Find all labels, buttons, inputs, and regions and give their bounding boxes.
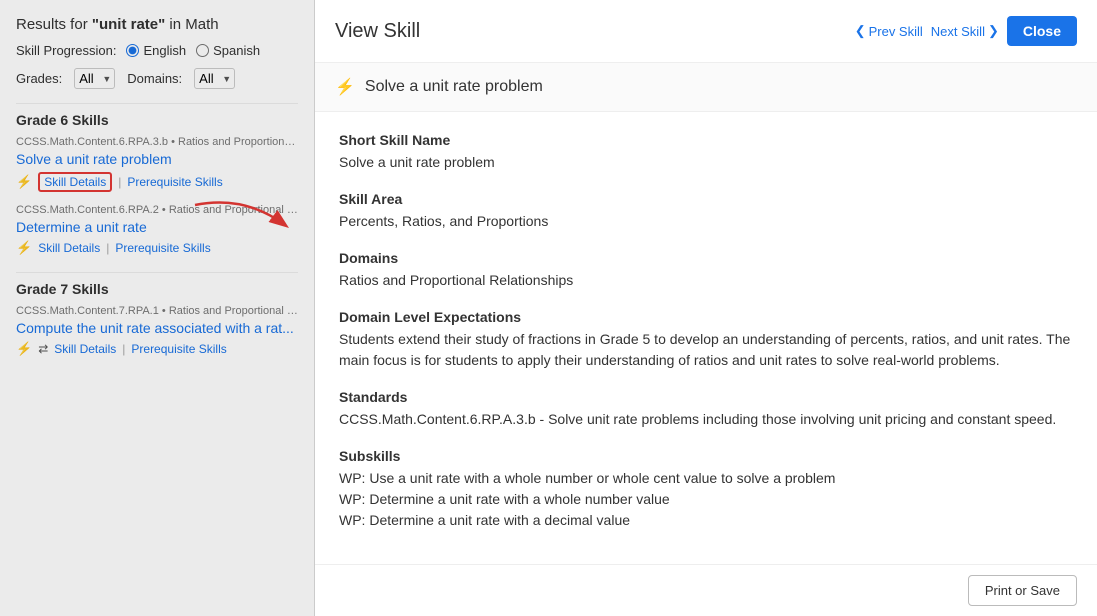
spanish-radio[interactable]: [196, 44, 209, 57]
field-value-1: Percents, Ratios, and Proportions: [339, 211, 1073, 232]
domains-select-wrapper[interactable]: All: [194, 68, 235, 89]
field-value-5: WP: Use a unit rate with a whole number …: [339, 468, 1073, 531]
field-value-3: Students extend their study of fractions…: [339, 329, 1073, 371]
field-label-3: Domain Level Expectations: [339, 309, 1073, 325]
divider-3: |: [122, 342, 125, 356]
next-skill-link[interactable]: Next Skill ❯: [931, 23, 999, 39]
left-panel: Results for "unit rate" in Math Skill Pr…: [0, 0, 315, 616]
skill-progression-row: Skill Progression: English Spanish: [16, 43, 298, 58]
skill-item-2: CCSS.Math.Content.6.RPA.2 • Ratios and P…: [16, 204, 298, 256]
english-radio[interactable]: [126, 44, 139, 57]
exchange-icon-3: ⇄: [38, 342, 48, 356]
print-save-button[interactable]: Print or Save: [968, 575, 1077, 606]
field-label-0: Short Skill Name: [339, 132, 1073, 148]
filters-row: Grades: All Domains: All: [16, 68, 298, 89]
skill-details-link-1[interactable]: Skill Details: [38, 172, 112, 192]
skill-item-3: CCSS.Math.Content.7.RPA.1 • Ratios and P…: [16, 305, 298, 357]
skill-name-1[interactable]: Solve a unit rate problem: [16, 151, 298, 167]
grades-select-wrapper[interactable]: All: [74, 68, 115, 89]
skill-actions-1: ⚡ Skill Details | Prerequisite Skills: [16, 172, 298, 192]
field-label-4: Standards: [339, 389, 1073, 405]
header-nav: ❮ Prev Skill Next Skill ❯ Close: [855, 16, 1077, 46]
right-panel: View Skill ❮ Prev Skill Next Skill ❯ Clo…: [315, 0, 1097, 616]
divider-1: |: [118, 175, 121, 189]
skill-name-2[interactable]: Determine a unit rate: [16, 219, 298, 235]
field-standards: Standards CCSS.Math.Content.6.RP.A.3.b -…: [339, 389, 1073, 430]
field-domains: Domains Ratios and Proportional Relation…: [339, 250, 1073, 291]
right-footer: Print or Save: [315, 564, 1097, 616]
skill-details-link-2[interactable]: Skill Details: [38, 241, 100, 255]
chevron-left-icon: ❮: [855, 23, 866, 39]
field-label-5: Subskills: [339, 448, 1073, 464]
grade6-title: Grade 6 Skills: [16, 103, 298, 128]
field-skill-area: Skill Area Percents, Ratios, and Proport…: [339, 191, 1073, 232]
next-skill-label: Next Skill: [931, 24, 985, 39]
prev-skill-link[interactable]: ❮ Prev Skill: [855, 23, 923, 39]
spanish-radio-label[interactable]: Spanish: [196, 43, 260, 58]
field-label-1: Skill Area: [339, 191, 1073, 207]
close-button[interactable]: Close: [1007, 16, 1077, 46]
bolt-icon-1: ⚡: [16, 174, 32, 190]
grade6-section: Grade 6 Skills CCSS.Math.Content.6.RPA.3…: [16, 103, 298, 256]
search-query: "unit rate": [92, 16, 165, 33]
field-domain-expectations: Domain Level Expectations Students exten…: [339, 309, 1073, 371]
bolt-icon-2: ⚡: [16, 240, 32, 256]
prereq-link-1[interactable]: Prerequisite Skills: [127, 175, 222, 189]
field-subskills: Subskills WP: Use a unit rate with a who…: [339, 448, 1073, 531]
search-results-title: Results for "unit rate" in Math: [16, 16, 298, 33]
spanish-label: Spanish: [213, 43, 260, 58]
skill-standard-3: CCSS.Math.Content.7.RPA.1 • Ratios and P…: [16, 305, 298, 317]
skill-item-1: CCSS.Math.Content.6.RPA.3.b • Ratios and…: [16, 136, 298, 192]
field-value-0: Solve a unit rate problem: [339, 152, 1073, 173]
grades-label: Grades:: [16, 71, 62, 86]
skill-standard-1: CCSS.Math.Content.6.RPA.3.b • Ratios and…: [16, 136, 298, 148]
english-radio-label[interactable]: English: [126, 43, 186, 58]
skill-actions-3: ⚡ ⇄ Skill Details | Prerequisite Skills: [16, 341, 298, 357]
skill-header-name: Solve a unit rate problem: [365, 78, 543, 96]
field-label-2: Domains: [339, 250, 1073, 266]
prev-skill-label: Prev Skill: [869, 24, 923, 39]
skill-actions-2: ⚡ Skill Details | Prerequisite Skills: [16, 240, 298, 256]
progression-label: Skill Progression:: [16, 43, 116, 58]
domains-label: Domains:: [127, 71, 182, 86]
search-suffix: in Math: [165, 16, 218, 33]
skill-content: Short Skill Name Solve a unit rate probl…: [315, 112, 1097, 564]
chevron-right-icon: ❯: [988, 23, 999, 39]
field-value-4: CCSS.Math.Content.6.RP.A.3.b - Solve uni…: [339, 409, 1073, 430]
grades-select[interactable]: All: [74, 68, 115, 89]
right-header: View Skill ❮ Prev Skill Next Skill ❯ Clo…: [315, 0, 1097, 63]
skill-details-link-3[interactable]: Skill Details: [54, 342, 116, 356]
field-short-skill-name: Short Skill Name Solve a unit rate probl…: [339, 132, 1073, 173]
grade7-section: Grade 7 Skills CCSS.Math.Content.7.RPA.1…: [16, 272, 298, 357]
skill-name-3[interactable]: Compute the unit rate associated with a …: [16, 320, 298, 336]
english-label: English: [143, 43, 186, 58]
skill-header-bar: ⚡ Solve a unit rate problem: [315, 63, 1097, 112]
domains-select[interactable]: All: [194, 68, 235, 89]
prereq-link-2[interactable]: Prerequisite Skills: [115, 241, 210, 255]
grade7-title: Grade 7 Skills: [16, 272, 298, 297]
view-skill-title: View Skill: [335, 20, 420, 43]
divider-2: |: [106, 241, 109, 255]
bolt-icon-3: ⚡: [16, 341, 32, 357]
field-value-2: Ratios and Proportional Relationships: [339, 270, 1073, 291]
skill-standard-2: CCSS.Math.Content.6.RPA.2 • Ratios and P…: [16, 204, 298, 216]
skill-bolt-icon: ⚡: [335, 77, 355, 97]
prereq-link-3[interactable]: Prerequisite Skills: [131, 342, 226, 356]
